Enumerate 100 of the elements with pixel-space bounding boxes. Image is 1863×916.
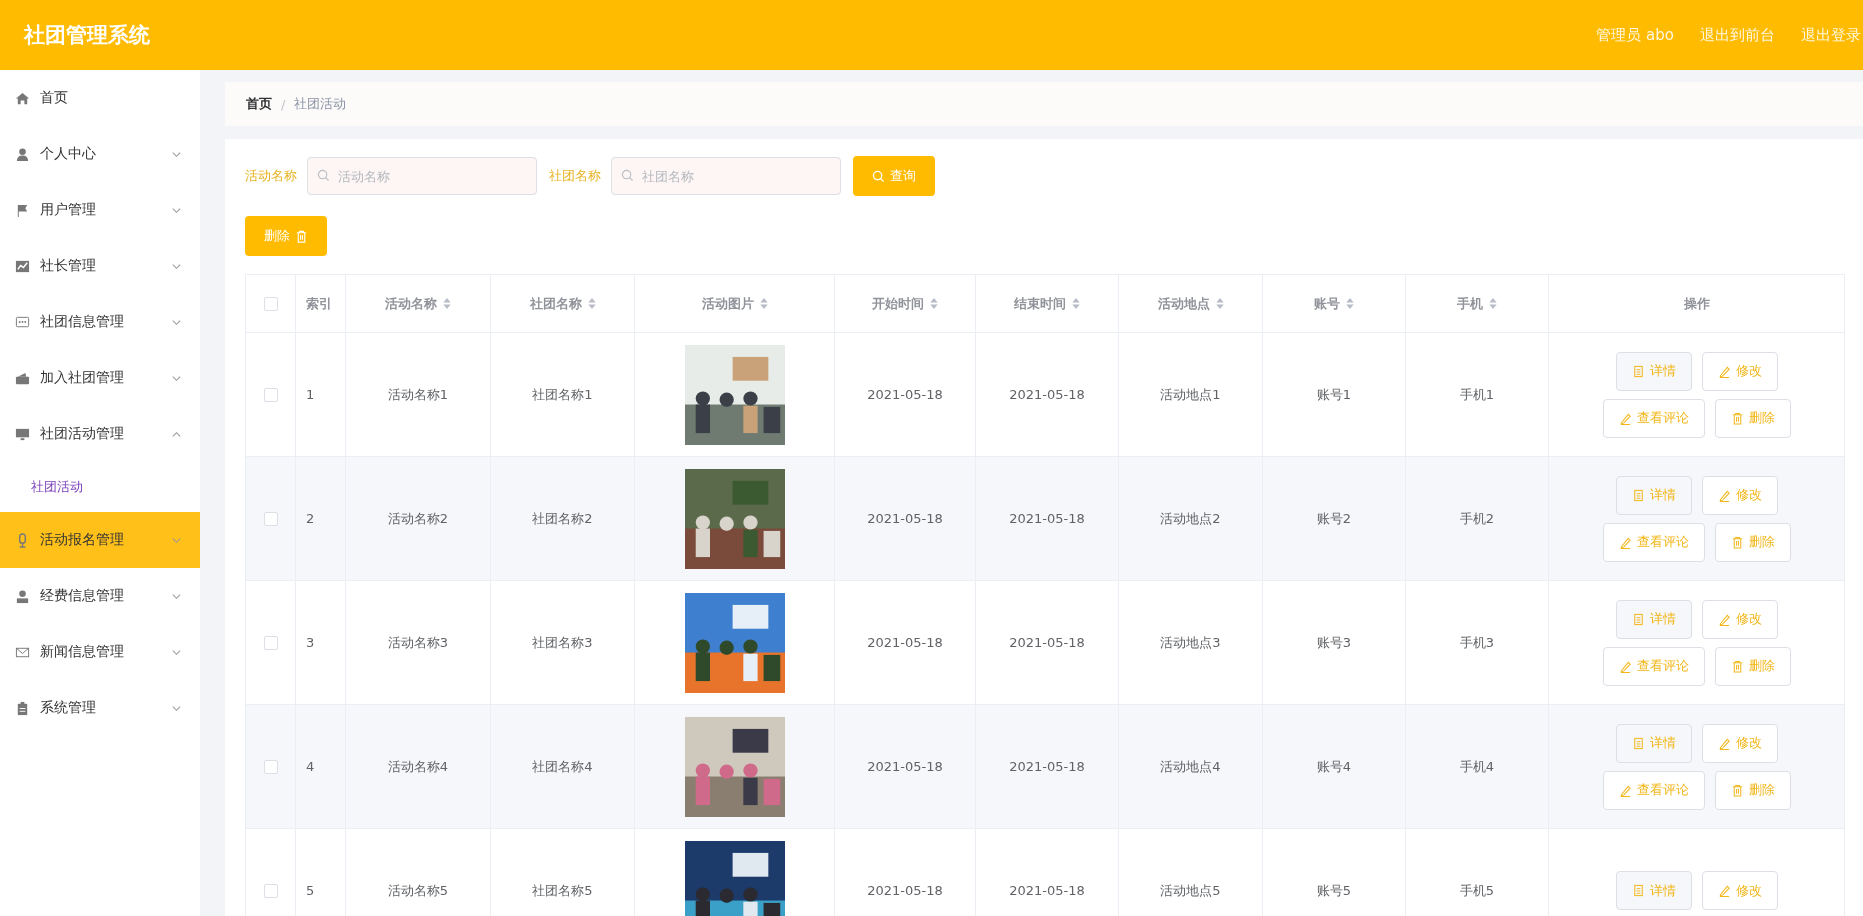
checkbox[interactable] xyxy=(263,512,278,527)
table-cell: 手机4 xyxy=(1459,758,1495,774)
sort-icon[interactable] xyxy=(443,298,451,309)
document-icon xyxy=(1631,884,1645,897)
sort-icon[interactable] xyxy=(1346,298,1354,309)
edit-button[interactable]: 修改 xyxy=(1701,871,1778,910)
search-field[interactable]: 社团名称 xyxy=(611,157,841,195)
search-field[interactable]: 活动名称 xyxy=(307,157,537,195)
edit-button[interactable]: 修改 xyxy=(1701,351,1778,391)
header-link[interactable]: 退出到前台 xyxy=(1700,25,1775,45)
sidebar-item[interactable]: 个人中心 xyxy=(0,126,200,182)
table-cell: 账号5 xyxy=(1316,882,1352,898)
sidebar-item[interactable]: 首页 xyxy=(0,70,200,126)
trash-icon xyxy=(295,229,308,243)
table-cell: 手机2 xyxy=(1459,510,1495,526)
sort-icon[interactable] xyxy=(1489,298,1497,309)
trash-icon xyxy=(1730,659,1744,673)
comments-button[interactable]: 查看评论 xyxy=(1602,646,1705,686)
pencil-icon xyxy=(1717,736,1731,750)
table-cell: 2021-05-18 xyxy=(867,759,943,774)
app-title: 社团管理系统 xyxy=(24,22,150,49)
checkbox[interactable] xyxy=(263,884,278,899)
delete-button[interactable]: 删除 xyxy=(1714,770,1791,810)
table-cell: 活动地点5 xyxy=(1160,882,1221,898)
column-header[interactable]: 结束时间 xyxy=(1014,294,1080,313)
checkbox[interactable] xyxy=(263,636,278,651)
table-cell: 3 xyxy=(306,635,315,650)
sidebar-item[interactable]: 用户管理 xyxy=(0,182,200,238)
field-label: 社团名称 xyxy=(549,167,601,185)
edit-button[interactable]: 修改 xyxy=(1701,475,1778,515)
table-cell: 社团名称3 xyxy=(532,634,593,650)
detail-button[interactable]: 详情 xyxy=(1615,475,1692,515)
search-icon xyxy=(872,169,885,183)
sidebar-item[interactable]: 系统管理 xyxy=(0,680,200,736)
table-cell: 活动地点2 xyxy=(1160,510,1221,526)
sidebar-item[interactable]: 活动报名管理 xyxy=(0,512,200,568)
table-cell: 手机3 xyxy=(1459,634,1495,650)
pencil-icon xyxy=(1717,488,1731,502)
column-header[interactable]: 活动地点 xyxy=(1157,294,1224,313)
edit-button[interactable]: 修改 xyxy=(1701,723,1778,763)
sidebar-item[interactable]: 经费信息管理 xyxy=(0,568,200,624)
sidebar-item[interactable]: 新闻信息管理 xyxy=(0,624,200,680)
delete-button[interactable]: 删除 xyxy=(1714,646,1791,686)
trash-icon xyxy=(1730,411,1744,425)
header-link[interactable]: 管理员 abo xyxy=(1596,25,1674,45)
delete-button[interactable]: 删除 xyxy=(245,216,327,256)
document-icon xyxy=(1631,364,1645,378)
delete-button[interactable]: 删除 xyxy=(1714,522,1791,562)
column-header[interactable]: 开始时间 xyxy=(872,294,938,313)
column-header: 操作 xyxy=(1683,294,1710,313)
sort-icon[interactable] xyxy=(587,298,596,309)
comments-button[interactable]: 查看评论 xyxy=(1602,770,1705,810)
sort-icon[interactable] xyxy=(1072,298,1080,309)
document-icon xyxy=(1631,488,1645,502)
table-cell: 2021-05-18 xyxy=(867,511,943,526)
detail-button[interactable]: 详情 xyxy=(1615,599,1692,639)
table-cell: 账号1 xyxy=(1316,386,1352,402)
table-cell: 2021-05-18 xyxy=(1009,635,1085,650)
sidebar-item[interactable]: 社团信息管理 xyxy=(0,294,200,350)
table-cell: 5 xyxy=(306,883,315,898)
table-cell: 1 xyxy=(306,387,315,402)
column-header[interactable]: 活动名称 xyxy=(385,294,451,313)
trash-icon xyxy=(1730,783,1744,797)
table-cell: 账号3 xyxy=(1316,634,1352,650)
detail-button[interactable]: 详情 xyxy=(1615,723,1692,763)
table-cell: 活动名称1 xyxy=(387,386,449,402)
column-header: 索引 xyxy=(306,294,332,313)
table-cell: 社团名称4 xyxy=(532,758,593,774)
column-header[interactable]: 活动图片 xyxy=(701,294,768,313)
comments-button[interactable]: 查看评论 xyxy=(1602,398,1705,438)
pencil-icon xyxy=(1618,659,1632,673)
edit-button[interactable]: 修改 xyxy=(1701,599,1778,639)
breadcrumb-separator: / xyxy=(281,96,286,112)
detail-button[interactable]: 详情 xyxy=(1615,871,1692,910)
sort-icon[interactable] xyxy=(1215,298,1224,309)
checkbox[interactable] xyxy=(263,297,278,312)
comments-button[interactable]: 查看评论 xyxy=(1602,522,1705,562)
sort-icon[interactable] xyxy=(759,298,768,309)
detail-button[interactable]: 详情 xyxy=(1615,351,1692,391)
pencil-icon xyxy=(1618,535,1632,549)
sidebar-item[interactable]: 社团活动管理 xyxy=(0,406,200,462)
checkbox[interactable] xyxy=(263,760,278,775)
column-header[interactable]: 手机 xyxy=(1457,294,1497,313)
pencil-icon xyxy=(1717,364,1731,378)
search-icon xyxy=(621,169,634,182)
breadcrumb-item[interactable]: 首页 xyxy=(246,95,272,113)
delete-button[interactable]: 删除 xyxy=(1714,398,1791,438)
sort-icon[interactable] xyxy=(930,298,938,309)
sidebar-item[interactable]: 社长管理 xyxy=(0,238,200,294)
table-cell: 账号2 xyxy=(1316,510,1352,526)
sidebar-item[interactable]: 加入社团管理 xyxy=(0,350,200,406)
column-header[interactable]: 账号 xyxy=(1314,294,1354,313)
search-button[interactable]: 查询 xyxy=(853,156,935,196)
checkbox[interactable] xyxy=(263,388,278,403)
table-cell: 活动名称4 xyxy=(387,758,449,774)
header-link[interactable]: 退出登录 xyxy=(1801,25,1861,45)
column-header[interactable]: 社团名称 xyxy=(529,294,596,313)
table-cell: 活动地点1 xyxy=(1160,386,1221,402)
sidebar-subitem[interactable]: 社团活动 xyxy=(0,462,200,512)
table-cell: 手机5 xyxy=(1459,882,1495,898)
